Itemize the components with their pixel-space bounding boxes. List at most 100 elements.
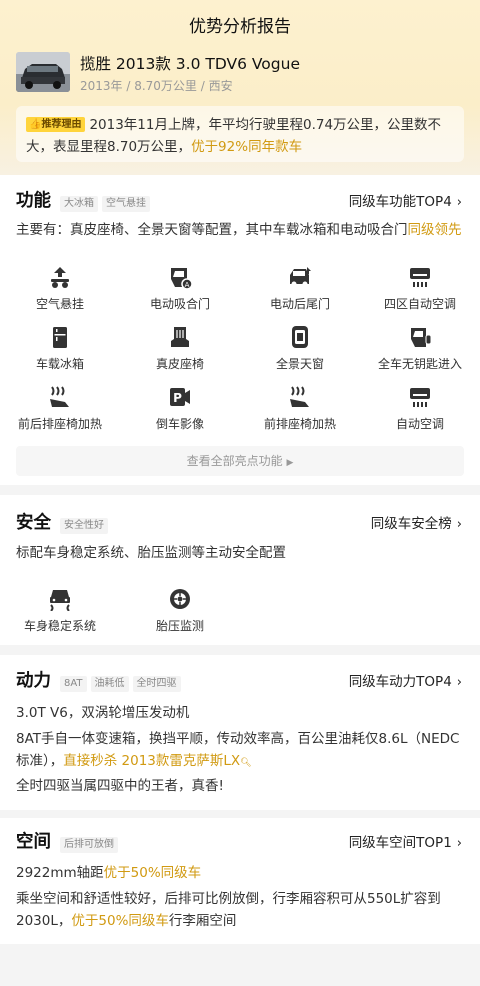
power-card: 动力 8AT 油耗低 全时四驱 同级车动力TOP4 › 3.0T V6，双涡轮增压发动…	[0, 655, 480, 810]
space-tags: 后排可放倒	[56, 832, 118, 853]
auto-ac-icon	[410, 388, 430, 407]
features-grid: 空气悬挂 A 电动吸合门 电动后尾门 四区自动空调车载冰箱 真皮座椅 全景天窗 全车无钥匙进入…	[0, 265, 480, 435]
power-header: 动力 8AT 油耗低 全时四驱 同级车动力TOP4 ›	[0, 667, 480, 695]
power-tag: 8AT	[60, 676, 87, 692]
feature-label: 真皮座椅	[155, 357, 204, 371]
features-desc: 主要有：真皮座椅、全景天窗等配置，其中车载冰箱和电动吸合门同级领先	[16, 219, 470, 241]
parking-camera-icon: P	[170, 388, 190, 406]
features-tag: 大冰箱	[60, 196, 98, 212]
feature-item[interactable]: 电动后尾门	[240, 265, 360, 312]
feature-label: 电动后尾门	[269, 297, 330, 311]
feature-item[interactable]: 前排座椅加热	[240, 385, 360, 432]
power-line3: 全时四驱当属四驱中的王者，真香!	[16, 778, 224, 794]
feature-label: 倒车影像	[155, 417, 204, 431]
power-tag: 全时四驱	[132, 676, 181, 692]
space-tag: 后排可放倒	[60, 837, 118, 853]
feature-item[interactable]: 全景天窗	[240, 325, 360, 372]
features-tags: 大冰箱 空气悬挂	[56, 191, 150, 212]
page-title: 优势分析报告	[189, 17, 291, 37]
feature-label: 四区自动空调	[383, 297, 456, 311]
feature-item[interactable]: 四区自动空调	[360, 265, 480, 312]
hero-section: 优势分析报告 揽胜 2013款 3.0 TDV6 Vogue 2013年 / 8…	[0, 0, 480, 175]
feature-label: 车身稳定系统	[23, 619, 96, 633]
safety-header: 安全 安全性好 同级车安全榜 ›	[0, 509, 480, 537]
front-seat-heating-icon	[290, 386, 309, 407]
chevron-right-icon: ›	[456, 195, 462, 210]
feature-item[interactable]: 车载冰箱	[0, 325, 120, 372]
features-tag: 空气悬挂	[102, 196, 150, 212]
power-tailgate-icon	[290, 267, 311, 287]
features-title: 功能	[16, 191, 51, 211]
seat-heating-icon	[50, 386, 69, 407]
feature-item[interactable]: 前后排座椅加热	[0, 385, 120, 432]
keyless-entry-icon	[411, 328, 432, 347]
chevron-right-icon: ›	[456, 517, 462, 532]
space-line2-highlight: 优于50%同级车	[71, 913, 169, 929]
power-line2: 8AT手自一体变速箱，换挡平顺，传动效率高，百公里油耗仅8.6L（NEDC标准）…	[16, 728, 466, 774]
feature-label: 空气悬挂	[35, 297, 84, 311]
space-line1-highlight: 优于50%同级车	[103, 865, 202, 881]
features-desc-text: 主要有：真皮座椅、全景天窗等配置，其中车载冰箱和电动吸合门	[16, 222, 408, 238]
space-top-link[interactable]: 同级车空间TOP1 ›	[349, 831, 462, 851]
recommend-tag-label: 推荐理由	[41, 119, 82, 130]
triangle-right-icon: ▶	[286, 458, 294, 468]
feature-label: 前后排座椅加热	[17, 417, 102, 431]
svg-text:A: A	[185, 281, 190, 289]
power-title: 动力	[16, 671, 51, 691]
recommend-box: 👍推荐理由 2013年11月上牌，年平均行驶里程0.74万公里，公里数不大，表显里…	[16, 106, 464, 162]
feature-label: 自动空调	[395, 417, 444, 431]
features-top-link[interactable]: 同级车功能TOP4 ›	[349, 190, 462, 210]
safety-title: 安全	[16, 513, 51, 533]
feature-label: 胎压监测	[155, 619, 204, 633]
soft-close-door-icon: A	[171, 268, 193, 289]
svg-text:P: P	[173, 391, 182, 405]
stability-control-icon	[50, 590, 70, 611]
power-tags: 8AT 油耗低 全时四驱	[56, 671, 181, 692]
power-line1: 3.0T V6，双涡轮增压发动机	[16, 705, 190, 721]
feature-label: 电动吸合门	[149, 297, 210, 311]
car-thumbnail[interactable]	[16, 52, 70, 92]
feature-item[interactable]: 空气悬挂	[0, 265, 120, 312]
feature-item[interactable]: 全车无钥匙进入	[360, 325, 480, 372]
feature-item[interactable]: A 电动吸合门	[120, 265, 240, 312]
space-link-label: 同级车空间TOP1	[348, 835, 452, 851]
space-line1: 2922mm轴距优于50%同级车	[16, 862, 201, 884]
search-icon: 🔍︎	[240, 758, 252, 768]
safety-tag: 安全性好	[60, 518, 108, 534]
safety-desc: 标配车身稳定系统、胎压监测等主动安全配置	[16, 545, 286, 561]
safety-link-label: 同级车安全榜	[370, 516, 452, 532]
safety-rank-link[interactable]: 同级车安全榜 ›	[371, 512, 462, 532]
power-top-link[interactable]: 同级车动力TOP4 ›	[349, 670, 462, 690]
feature-item[interactable]: 自动空调	[360, 385, 480, 432]
space-title: 空间	[16, 832, 51, 852]
power-compare-link[interactable]: 直接秒杀 2013款雷克萨斯LX	[63, 753, 240, 769]
space-header: 空间 后排可放倒 同级车空间TOP1 ›	[0, 828, 480, 856]
features-desc-highlight: 同级领先	[407, 222, 462, 238]
panoramic-sunroof-icon	[292, 326, 308, 348]
air-suspension-icon	[51, 267, 69, 288]
space-line2-suffix: 行李厢空间	[168, 913, 237, 929]
view-all-features-button[interactable]: 查看全部亮点功能 ▶	[16, 446, 464, 476]
features-card: 功能 大冰箱 空气悬挂 同级车功能TOP4 › 主要有：真皮座椅、全景天窗等配置，其…	[0, 175, 480, 485]
tire-pressure-icon	[170, 589, 190, 609]
features-link-label: 同级车功能TOP4	[348, 194, 452, 210]
features-header: 功能 大冰箱 空气悬挂 同级车功能TOP4 ›	[0, 187, 480, 215]
feature-label: 全车无钥匙进入	[377, 357, 462, 371]
car-name: 揽胜 2013款 3.0 TDV6 Vogue	[80, 55, 300, 73]
safety-tags: 安全性好	[56, 513, 108, 534]
leather-seat-icon	[171, 327, 189, 347]
fridge-icon	[53, 327, 67, 348]
chevron-right-icon: ›	[456, 675, 462, 690]
feature-item[interactable]: P 倒车影像	[120, 385, 240, 432]
feature-label: 车载冰箱	[35, 357, 84, 371]
space-line1-text: 2922mm轴距	[16, 865, 104, 881]
feature-label: 全景天窗	[275, 357, 324, 371]
feature-item[interactable]: 真皮座椅	[120, 325, 240, 372]
safety-grid: 车身稳定系统 胎压监测	[0, 587, 480, 637]
recommend-tag: 👍推荐理由	[26, 117, 86, 132]
feature-item[interactable]: 车身稳定系统	[0, 587, 120, 634]
recommend-highlight: 优于92%同年款车	[191, 139, 303, 155]
feature-item[interactable]: 胎压监测	[120, 587, 240, 634]
view-all-label: 查看全部亮点功能	[186, 454, 283, 468]
car-meta: 2013年 / 8.70万公里 / 西安	[80, 79, 233, 93]
